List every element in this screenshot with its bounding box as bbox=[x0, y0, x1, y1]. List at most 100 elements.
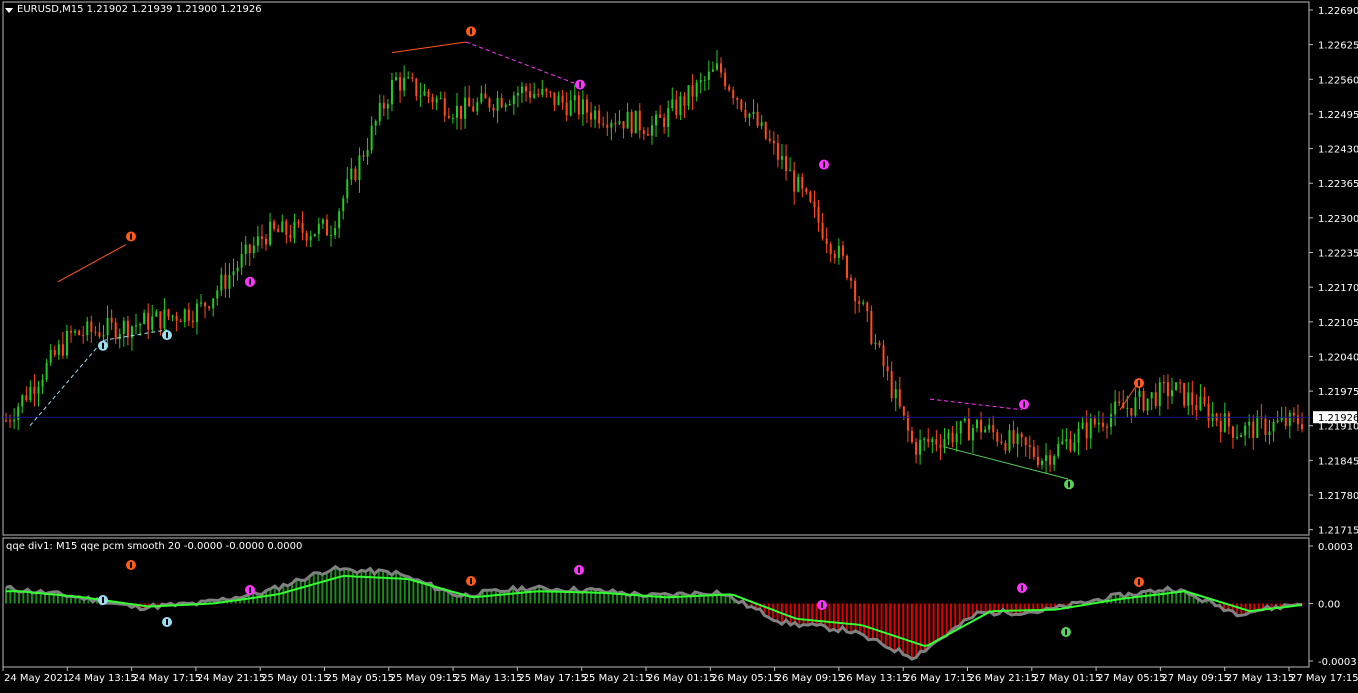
candle-body bbox=[866, 302, 869, 312]
candle-body bbox=[167, 309, 170, 317]
candle-body bbox=[1235, 437, 1238, 439]
time-tick-label: 24 May 2021 bbox=[4, 673, 69, 684]
candle-body bbox=[403, 77, 406, 91]
candle-body bbox=[1114, 401, 1117, 415]
candle-body bbox=[159, 311, 162, 329]
candle-body bbox=[638, 110, 641, 131]
candle-body bbox=[1081, 422, 1084, 429]
candle-body bbox=[569, 100, 572, 116]
candle-body bbox=[86, 321, 89, 336]
candle-body bbox=[143, 312, 146, 325]
candle-body bbox=[248, 244, 251, 254]
candle-body bbox=[858, 301, 861, 304]
price-tick-label: 1.22495 bbox=[1318, 110, 1358, 121]
candle-body bbox=[744, 109, 747, 118]
candle-body bbox=[171, 315, 174, 317]
candle-body bbox=[49, 349, 52, 363]
candle-body bbox=[1154, 392, 1157, 407]
candle-body bbox=[179, 320, 182, 323]
candle-body bbox=[460, 105, 463, 119]
chart-menu-triangle-icon[interactable] bbox=[5, 8, 13, 13]
candle-body bbox=[878, 342, 881, 346]
candle-body bbox=[102, 335, 105, 337]
candle-body bbox=[504, 104, 507, 108]
candle-body bbox=[1061, 441, 1064, 444]
candle-body bbox=[1203, 396, 1206, 404]
candle-body bbox=[1049, 455, 1052, 465]
candle-body bbox=[98, 332, 101, 337]
candle-body bbox=[1093, 418, 1096, 425]
candle-body bbox=[1101, 422, 1104, 427]
candles-group bbox=[5, 50, 1303, 474]
hidden-bearish-arrow-icon-glyph bbox=[249, 587, 251, 593]
candle-body bbox=[854, 280, 857, 302]
candle-body bbox=[553, 92, 556, 106]
candle-body bbox=[581, 99, 584, 115]
time-tick-label: 24 May 13:15 bbox=[68, 673, 137, 684]
time-tick-label: 26 May 05:15 bbox=[711, 673, 780, 684]
hidden-bearish-arrow-icon-glyph bbox=[821, 602, 823, 608]
candle-body bbox=[321, 219, 324, 224]
qqe-fast-line bbox=[6, 574, 1303, 648]
hidden-bearish-arrow-icon-glyph bbox=[579, 81, 581, 88]
candle-body bbox=[573, 95, 576, 101]
candle-body bbox=[293, 221, 296, 239]
candle-body bbox=[204, 302, 207, 307]
candle-body bbox=[1292, 412, 1295, 416]
price-tick-label: 1.22170 bbox=[1318, 283, 1358, 294]
candle-body bbox=[707, 71, 710, 80]
candle-body bbox=[1040, 460, 1043, 465]
candle-body bbox=[984, 429, 987, 433]
candle-body bbox=[736, 97, 739, 100]
hidden-bearish-arrow-icon-glyph bbox=[1021, 585, 1023, 591]
time-tick-label: 25 May 21:15 bbox=[583, 673, 652, 684]
candle-body bbox=[476, 102, 479, 112]
candle-body bbox=[919, 439, 922, 455]
candle-body bbox=[634, 110, 637, 134]
time-tick-label: 25 May 09:15 bbox=[390, 673, 459, 684]
candle-body bbox=[776, 143, 779, 160]
candle-body bbox=[472, 106, 475, 112]
candle-body bbox=[1028, 445, 1031, 447]
price-tick-label: 1.22625 bbox=[1318, 41, 1358, 52]
candle-body bbox=[756, 111, 759, 127]
candle-body bbox=[232, 271, 235, 276]
candle-body bbox=[419, 95, 422, 97]
candle-body bbox=[455, 105, 458, 118]
candle-body bbox=[1134, 397, 1137, 416]
time-tick-label: 27 May 01:15 bbox=[1033, 673, 1102, 684]
candle-body bbox=[468, 97, 471, 107]
time-tick-label: 27 May 05:15 bbox=[1097, 673, 1166, 684]
candle-body bbox=[309, 236, 312, 241]
candle-body bbox=[598, 110, 601, 124]
hidden-bearish-divergence-line bbox=[929, 398, 1023, 411]
indicator-tick-label: 0.00 bbox=[1318, 600, 1340, 611]
hidden-bullish-arrow-icon-glyph bbox=[102, 597, 104, 603]
candle-body bbox=[785, 156, 788, 172]
chart-canvas[interactable]: 1.22690 1.22625 1.22560 1.22495 1.22430 1.223… bbox=[0, 0, 1358, 689]
candle-body bbox=[801, 177, 804, 189]
candle-body bbox=[1020, 433, 1023, 438]
candle-body bbox=[1150, 392, 1153, 399]
candle-body bbox=[411, 77, 414, 79]
trading-chart-window[interactable]: 1.22690 1.22625 1.22560 1.22495 1.22430 1.223… bbox=[0, 0, 1358, 689]
time-tick-label: 24 May 17:15 bbox=[133, 673, 202, 684]
qqe-slow-line bbox=[5, 564, 1303, 661]
candle-body bbox=[687, 85, 690, 106]
candle-body bbox=[212, 298, 215, 309]
price-tick-label: 1.22430 bbox=[1318, 145, 1358, 156]
hidden-bearish-arrow-icon-glyph bbox=[823, 161, 825, 168]
candle-body bbox=[659, 114, 662, 118]
candle-body bbox=[350, 168, 353, 180]
candle-body bbox=[464, 97, 467, 119]
candle-body bbox=[813, 201, 816, 208]
candle-body bbox=[711, 69, 714, 72]
candle-body bbox=[480, 93, 483, 103]
candle-body bbox=[500, 97, 503, 108]
candle-body bbox=[175, 315, 178, 321]
candle-body bbox=[183, 309, 186, 323]
candle-body bbox=[9, 420, 12, 422]
candle-body bbox=[106, 317, 109, 336]
candle-body bbox=[1073, 442, 1076, 451]
candle-body bbox=[1000, 441, 1003, 444]
